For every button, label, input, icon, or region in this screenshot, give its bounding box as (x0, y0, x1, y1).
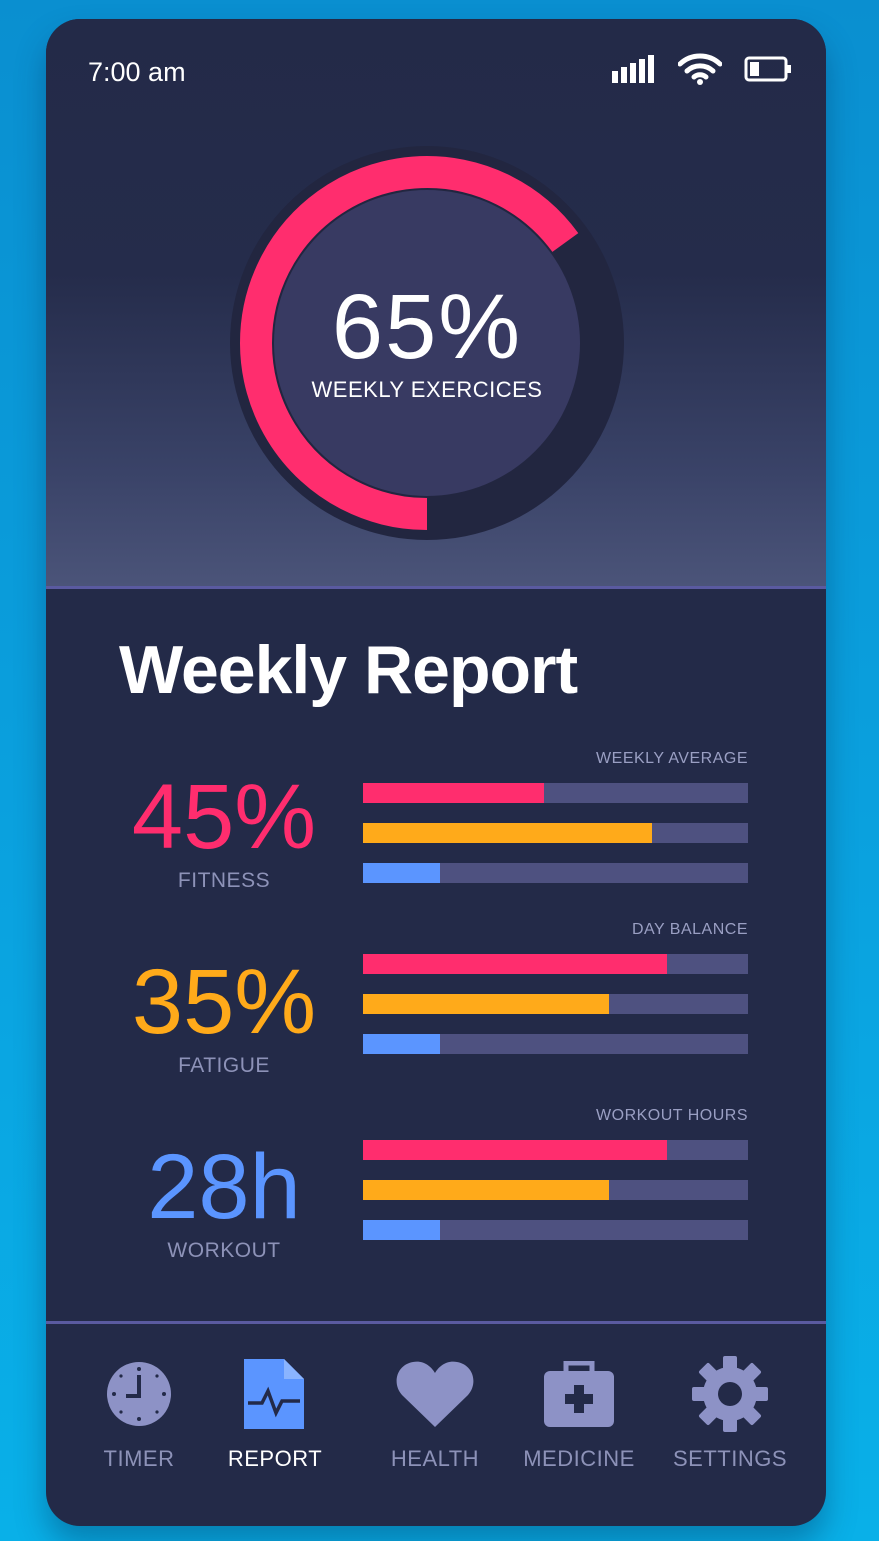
section-divider (46, 586, 826, 589)
nav-label: SETTINGS (672, 1446, 787, 1471)
bar-fill (363, 1140, 668, 1160)
nav-item-report[interactable]: REPORT (205, 1354, 345, 1472)
bar-fill (363, 823, 652, 843)
bar-workout-hours-2 (363, 1180, 748, 1200)
group-label-weekly-average: WEEKLY AVERAGE (596, 750, 748, 767)
bar-fill (363, 1220, 440, 1240)
stat-workout: 28h WORKOUT (108, 1141, 340, 1263)
signal-bars-icon (612, 55, 656, 88)
stat-value: 28h (147, 1136, 301, 1238)
bar-fill (363, 863, 440, 883)
phone-screen: 7:00 am 65% WEEKLY EXERCICES Weekly Repo… (46, 19, 826, 1526)
nav-label: REPORT (227, 1446, 323, 1471)
stat-fatigue: 35% FATIGUE (108, 956, 340, 1078)
battery-icon (744, 56, 792, 87)
gauge-text: 65% WEEKLY EXERCICES (227, 143, 627, 543)
heart-icon (365, 1354, 505, 1434)
bar-fill (363, 783, 544, 803)
bar-fill (363, 1180, 610, 1200)
stat-value: 35% (131, 951, 317, 1053)
status-time: 7:00 am (88, 57, 186, 87)
nav-divider (46, 1321, 826, 1324)
stat-fitness: 45% FITNESS (108, 771, 340, 893)
medical-kit-icon (509, 1354, 649, 1434)
bar-weekly-average-1 (363, 783, 748, 803)
nav-item-settings[interactable]: SETTINGS (660, 1354, 800, 1472)
wifi-icon (677, 53, 723, 90)
gauge-label: WEEKLY EXERCICES (311, 377, 543, 402)
bar-workout-hours-1 (363, 1140, 748, 1160)
clock-icon (69, 1354, 209, 1434)
bar-workout-hours-3 (363, 1220, 748, 1240)
group-label-workout-hours: WORKOUT HOURS (596, 1107, 748, 1124)
bar-day-balance-1 (363, 954, 748, 974)
gauge-value: 65% (331, 276, 523, 378)
bar-fill (363, 994, 610, 1014)
report-document-icon (205, 1354, 345, 1434)
stat-label: WORKOUT (167, 1239, 281, 1262)
stat-label: FITNESS (177, 869, 271, 892)
nav-label: MEDICINE (523, 1446, 635, 1471)
nav-label: HEALTH (390, 1446, 480, 1471)
bar-weekly-average-3 (363, 863, 748, 883)
bar-day-balance-3 (363, 1034, 748, 1054)
stat-value: 45% (131, 766, 317, 868)
bar-day-balance-2 (363, 994, 748, 1014)
report-title: Weekly Report (119, 632, 578, 708)
bar-fill (363, 954, 668, 974)
gear-icon (660, 1354, 800, 1434)
status-icons (612, 53, 792, 90)
bar-weekly-average-2 (363, 823, 748, 843)
nav-item-medicine[interactable]: MEDICINE (509, 1354, 649, 1472)
hero-section: 7:00 am 65% WEEKLY EXERCICES (46, 19, 826, 586)
bar-fill (363, 1034, 440, 1054)
nav-label: TIMER (103, 1446, 175, 1471)
stat-label: FATIGUE (178, 1054, 270, 1077)
group-label-day-balance: DAY BALANCE (631, 921, 748, 938)
nav-item-health[interactable]: HEALTH (365, 1354, 505, 1472)
nav-item-timer[interactable]: TIMER (69, 1354, 209, 1472)
